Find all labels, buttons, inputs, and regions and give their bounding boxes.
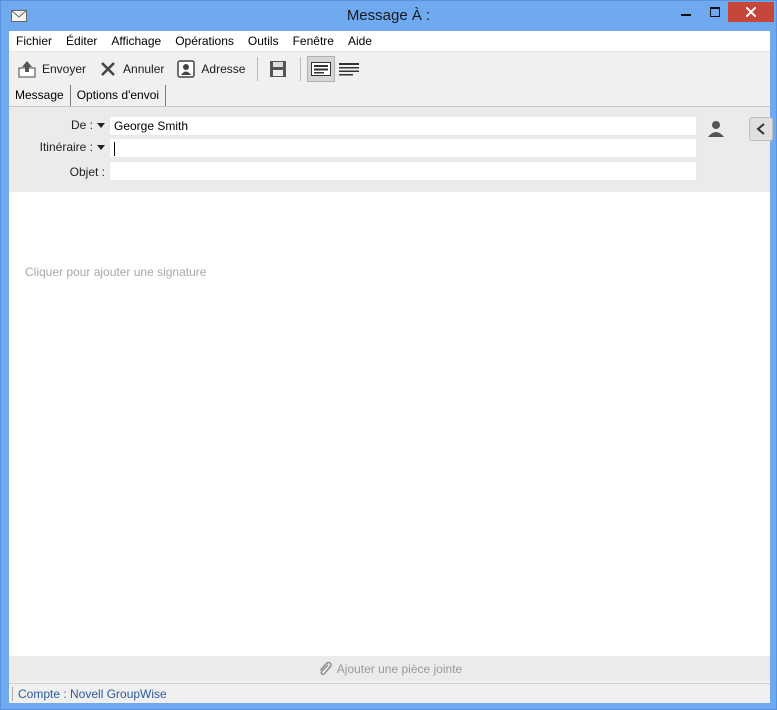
paperclip-icon	[319, 661, 332, 675]
menu-bar: Fichier Éditer Affichage Opérations Outi…	[9, 31, 770, 51]
maximize-button[interactable]	[701, 2, 729, 22]
plain-text-view-icon	[339, 62, 360, 75]
message-window: Message À : Fichier Éditer Affichage Opé…	[0, 0, 777, 710]
from-label: De :	[70, 118, 93, 132]
text-cursor	[114, 141, 115, 156]
address-header: De : George Smith Itinéraire : Objet :	[9, 107, 773, 192]
signature-prompt[interactable]: Cliquer pour ajouter une signature	[25, 265, 206, 279]
account-status: Compte : Novell GroupWise	[12, 687, 167, 701]
contact-button[interactable]	[706, 119, 726, 139]
address-book-icon	[176, 59, 196, 79]
minimize-icon	[681, 14, 691, 16]
attach-button[interactable]: Ajouter une pièce jointe	[9, 656, 770, 681]
toolbar-separator	[300, 56, 302, 81]
subject-label: Objet :	[69, 165, 105, 179]
x-icon	[98, 59, 118, 79]
route-label-group[interactable]: Itinéraire :	[40, 140, 105, 154]
menu-outils[interactable]: Outils	[241, 31, 286, 51]
route-label: Itinéraire :	[39, 140, 93, 154]
html-view-icon	[311, 61, 332, 76]
html-view-button[interactable]	[307, 55, 336, 82]
close-icon	[746, 7, 756, 17]
menu-fichier[interactable]: Fichier	[9, 31, 59, 51]
subject-label-group: Objet :	[70, 165, 105, 179]
send-button[interactable]: Envoyer	[13, 56, 90, 82]
message-body[interactable]: Cliquer pour ajouter une signature	[9, 192, 770, 656]
cancel-button[interactable]: Annuler	[94, 56, 168, 82]
address-button[interactable]: Adresse	[172, 56, 249, 82]
floppy-disk-icon	[270, 60, 287, 77]
title-bar[interactable]: Message À :	[1, 1, 776, 31]
tab-message[interactable]: Message	[9, 85, 71, 106]
maximize-icon	[710, 7, 720, 17]
minimize-button[interactable]	[671, 2, 701, 22]
send-icon	[17, 59, 37, 79]
chevron-down-icon	[97, 144, 105, 150]
chevron-left-icon	[756, 123, 765, 135]
menu-editer[interactable]: Éditer	[59, 31, 104, 51]
route-field[interactable]	[109, 138, 697, 158]
address-label: Adresse	[201, 61, 246, 76]
collapse-button[interactable]	[749, 117, 773, 141]
chevron-down-icon	[97, 122, 105, 128]
status-bar: Compte : Novell GroupWise	[9, 683, 770, 703]
menu-affichage[interactable]: Affichage	[104, 31, 168, 51]
from-field[interactable]: George Smith	[109, 116, 697, 136]
menu-fenetre[interactable]: Fenêtre	[286, 31, 341, 51]
toolbar: Envoyer Annuler Adresse	[9, 51, 770, 85]
toolbar-separator	[257, 56, 259, 81]
from-label-group[interactable]: De :	[71, 118, 105, 132]
menu-operations[interactable]: Opérations	[168, 31, 241, 51]
window-title: Message À :	[346, 7, 431, 24]
send-label: Envoyer	[42, 61, 87, 76]
attach-label: Ajouter une pièce jointe	[336, 661, 463, 676]
tab-strip: Message Options d'envoi	[9, 85, 770, 107]
tab-send-options[interactable]: Options d'envoi	[71, 85, 167, 106]
menu-aide[interactable]: Aide	[341, 31, 379, 51]
cancel-label: Annuler	[123, 61, 165, 76]
close-button[interactable]	[728, 2, 774, 22]
subject-field[interactable]	[109, 161, 697, 181]
plain-text-view-button[interactable]	[335, 56, 363, 82]
client-area: Fichier Éditer Affichage Opérations Outi…	[9, 31, 773, 703]
save-button[interactable]	[264, 56, 292, 82]
person-icon	[708, 121, 724, 137]
